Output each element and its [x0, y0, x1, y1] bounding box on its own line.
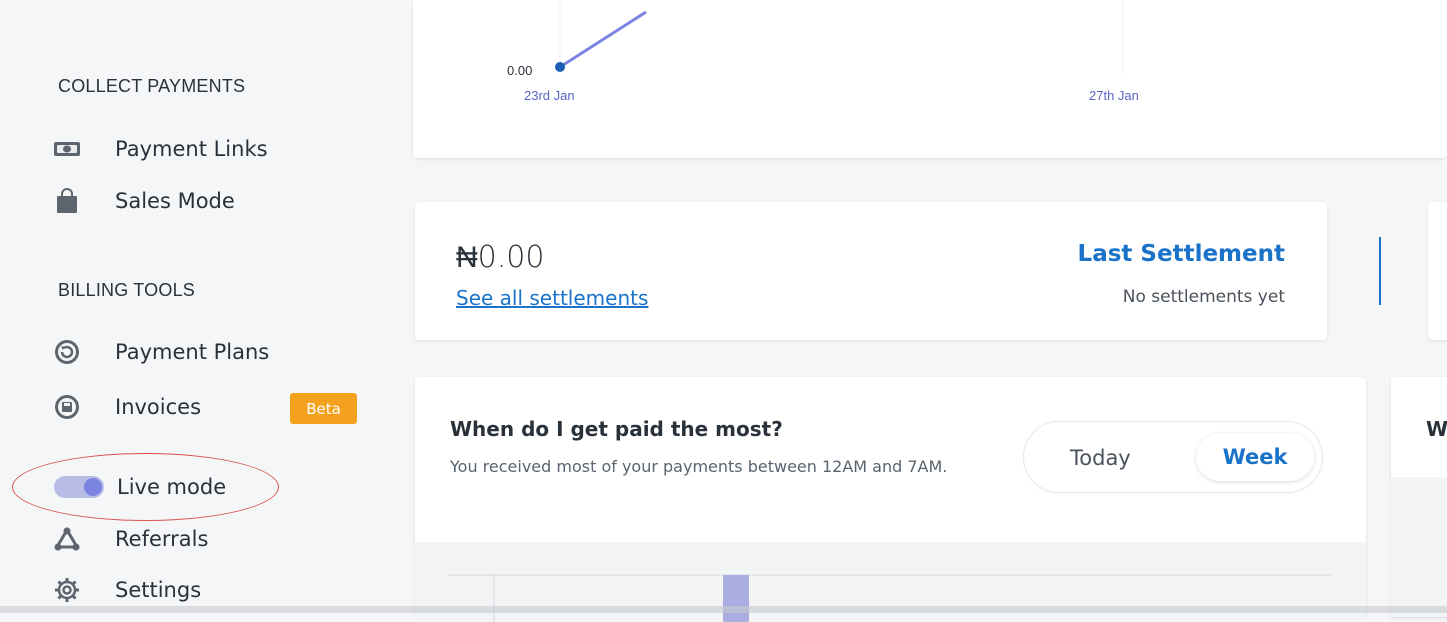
partial-card-right: W	[1391, 377, 1447, 617]
paid-most-subtitle: You received most of your payments betwe…	[450, 457, 948, 476]
partial-card-title: W	[1426, 417, 1447, 441]
divider	[1379, 237, 1381, 305]
invoice-icon	[52, 394, 82, 420]
sidebar-item-sales-mode[interactable]: Sales Mode	[52, 184, 235, 218]
tab-week[interactable]: Week	[1196, 433, 1314, 481]
sidebar-item-label: Invoices	[115, 395, 202, 419]
last-settlement-title: Last Settlement	[1077, 241, 1285, 267]
transactions-line-chart: 0.00 23rd Jan 27th Jan	[507, 0, 1139, 103]
sidebar-item-payment-plans[interactable]: Payment Plans	[52, 335, 269, 369]
gear-icon	[52, 577, 82, 603]
period-toggle: Today Week	[1024, 422, 1322, 492]
no-settlements-text: No settlements yet	[1122, 287, 1285, 307]
series-line	[559, 10, 647, 69]
paid-most-card: When do I get paid the most? You receive…	[415, 377, 1366, 622]
settlement-card: ₦0.00 See all settlements Last Settlemen…	[415, 202, 1327, 340]
partial-card	[1428, 202, 1447, 340]
x-tick-label: 23rd Jan	[524, 88, 575, 103]
partial-card-body	[1391, 477, 1447, 617]
sidebar-item-invoices[interactable]: Invoices	[52, 390, 201, 424]
refresh-circle-icon	[52, 339, 82, 365]
y-tick-label: 0.00	[507, 63, 532, 78]
sidebar-item-label: Sales Mode	[115, 189, 235, 213]
chart-bar	[723, 575, 749, 622]
shopping-bag-icon	[52, 188, 82, 214]
bottom-edge	[0, 606, 1447, 613]
sidebar-item-label: Payment Plans	[115, 340, 270, 364]
referrals-icon	[52, 526, 82, 552]
data-point	[555, 62, 565, 72]
sidebar: COLLECT PAYMENTS Payment Links Sales Mod…	[0, 0, 395, 613]
sidebar-item-settings[interactable]: Settings	[52, 573, 201, 607]
transactions-chart-card: 0.00 23rd Jan 27th Jan	[413, 0, 1447, 158]
sidebar-item-label: Payment Links	[115, 137, 268, 161]
see-all-settlements-link[interactable]: See all settlements	[456, 286, 648, 310]
section-title-collect-payments: COLLECT PAYMENTS	[58, 76, 246, 96]
section-title-billing-tools: BILLING TOOLS	[58, 280, 195, 300]
settlement-amount: ₦0.00	[456, 240, 545, 275]
sidebar-item-label: Settings	[115, 578, 202, 602]
beta-badge: Beta	[290, 393, 357, 424]
sidebar-item-label: Referrals	[115, 527, 209, 551]
sidebar-item-referrals[interactable]: Referrals	[52, 522, 208, 556]
tab-today[interactable]: Today	[1070, 446, 1131, 470]
money-icon	[52, 136, 82, 162]
paid-most-title: When do I get paid the most?	[450, 417, 783, 441]
sidebar-item-payment-links[interactable]: Payment Links	[52, 132, 268, 166]
x-tick-label: 27th Jan	[1089, 88, 1139, 103]
highlight-ellipse	[12, 453, 279, 521]
